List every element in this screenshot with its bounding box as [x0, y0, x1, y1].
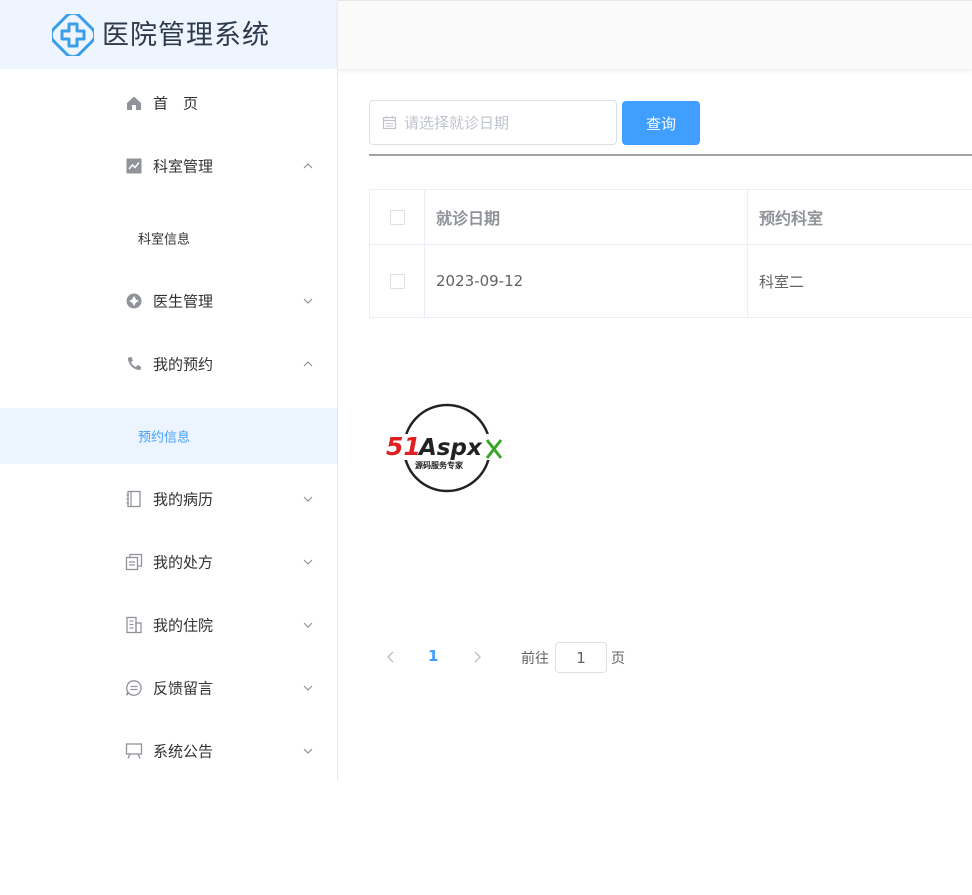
- search-divider: [369, 154, 972, 156]
- sidebar-item-label: 我的处方: [153, 553, 214, 572]
- visit-date-picker[interactable]: [369, 100, 617, 145]
- header-cell-visit-date[interactable]: 就诊日期: [425, 190, 748, 244]
- watermark-aspx: Aspx: [417, 435, 483, 461]
- watermark-logo: 51 Aspx 源码服务专家: [386, 403, 512, 493]
- medical-cross-icon: [52, 14, 94, 56]
- app-title: 医院管理系统: [102, 20, 270, 51]
- board-icon: [125, 743, 143, 759]
- sidebar-item-home[interactable]: 首 页: [0, 75, 337, 131]
- sidebar-menu: 首 页 科室管理 科室信息 医生管理 我的预约 预约信息 我的病历 我的处方 我…: [0, 69, 338, 780]
- building-icon: [126, 616, 142, 634]
- appointment-table: 就诊日期 预约科室 2023-09-12 科室二: [369, 189, 972, 318]
- sidebar-item-department-management[interactable]: 科室管理: [0, 138, 337, 194]
- chevron-right-icon[interactable]: [469, 649, 485, 665]
- sidebar-item-label: 我的病历: [153, 490, 214, 509]
- brand-area: 医院管理系统: [0, 0, 338, 69]
- sidebar-item-label: 我的住院: [153, 616, 214, 635]
- sidebar-item-label: 医生管理: [153, 292, 214, 311]
- sidebar-item-my-hospitalization[interactable]: 我的住院: [0, 597, 337, 653]
- row-checkbox[interactable]: [389, 273, 405, 289]
- visit-date-input[interactable]: [404, 101, 609, 144]
- column-header-visit-date: 就诊日期: [436, 209, 501, 228]
- select-all-checkbox[interactable]: [389, 209, 405, 225]
- chevron-down-icon: [303, 496, 313, 502]
- chevron-down-icon: [303, 748, 313, 754]
- notebook-icon: [126, 490, 141, 508]
- chevron-left-icon[interactable]: [383, 649, 399, 665]
- phone-icon: [127, 357, 141, 371]
- visit-date-value: 2023-09-12: [436, 272, 524, 290]
- sidebar-item-label: 我的预约: [153, 355, 214, 374]
- row-select-cell: [370, 245, 425, 317]
- chevron-down-icon: [303, 559, 313, 565]
- header-cell-department[interactable]: 预约科室: [748, 190, 972, 244]
- cell-visit-date: 2023-09-12: [425, 245, 748, 317]
- sidebar-item-label: 首 页: [153, 94, 199, 113]
- sidebar-item-my-medical-records[interactable]: 我的病历: [0, 471, 337, 527]
- chart-icon: [126, 158, 142, 174]
- goto-page-input[interactable]: [555, 642, 607, 673]
- department-value: 科室二: [759, 272, 805, 291]
- sidebar-subitem-appointment-info[interactable]: 预约信息: [0, 408, 337, 464]
- sidebar-item-label: 系统公告: [153, 742, 214, 761]
- header-select-cell: [370, 190, 425, 244]
- aperture-icon: [126, 293, 142, 309]
- chat-icon: [126, 680, 142, 696]
- calendar-icon: [382, 116, 397, 130]
- chevron-down-icon: [303, 298, 313, 304]
- sidebar-item-my-prescriptions[interactable]: 我的处方: [0, 534, 337, 590]
- sidebar-subitem-label: 科室信息: [138, 232, 191, 248]
- sidebar-item-label: 科室管理: [153, 157, 214, 176]
- sidebar-item-my-appointments[interactable]: 我的预约: [0, 336, 337, 392]
- sidebar-item-label: 反馈留言: [153, 679, 214, 698]
- sidebar-item-doctor-management[interactable]: 医生管理: [0, 273, 337, 329]
- document-copy-icon: [125, 553, 143, 571]
- chevron-up-icon: [303, 163, 313, 169]
- chevron-down-icon: [303, 622, 313, 628]
- query-button[interactable]: 查询: [622, 101, 700, 145]
- page-suffix-label: 页: [611, 651, 625, 667]
- chevron-down-icon: [303, 685, 313, 691]
- table-row[interactable]: 2023-09-12 科室二: [370, 245, 972, 318]
- home-icon: [127, 96, 141, 110]
- watermark-tagline: 源码服务专家: [415, 460, 464, 470]
- chevron-up-icon: [303, 361, 313, 367]
- page-number-current[interactable]: 1: [428, 647, 438, 665]
- sidebar-item-system-announcements[interactable]: 系统公告: [0, 723, 337, 779]
- column-header-department: 预约科室: [759, 209, 824, 228]
- cell-department: 科室二: [748, 245, 972, 317]
- table-header-row: 就诊日期 预约科室: [370, 190, 972, 245]
- watermark-51: 51: [386, 432, 421, 461]
- sidebar-subitem-department-info[interactable]: 科室信息: [0, 210, 337, 266]
- sidebar-item-feedback[interactable]: 反馈留言: [0, 660, 337, 716]
- top-navbar: [338, 0, 972, 69]
- goto-label: 前往: [521, 651, 549, 667]
- sidebar-subitem-label: 预约信息: [138, 430, 191, 446]
